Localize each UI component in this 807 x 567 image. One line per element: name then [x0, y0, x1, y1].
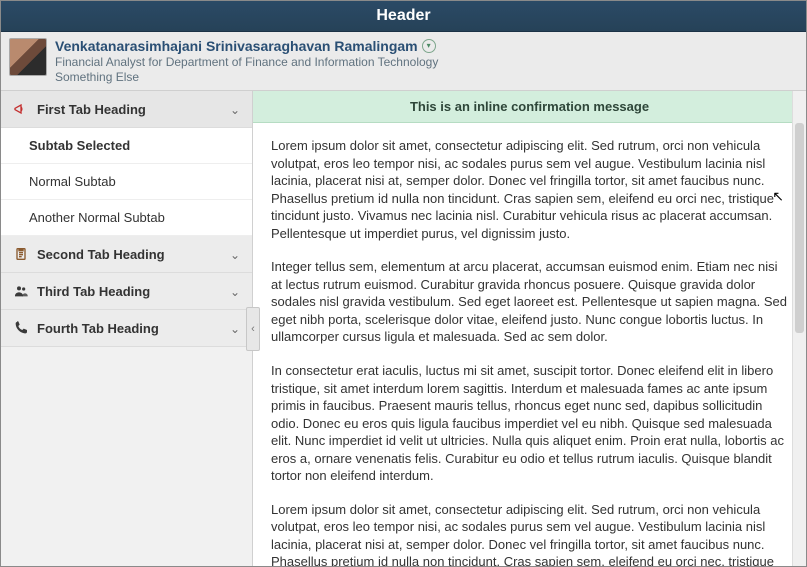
user-name-row[interactable]: Venkatanarasimhajani Srinivasaraghavan R… — [55, 38, 438, 54]
tab-label: Second Tab Heading — [37, 247, 165, 262]
page-title: Header — [376, 7, 430, 24]
subtab-selected[interactable]: Subtab Selected — [1, 128, 252, 164]
chevron-down-icon: ⌄ — [230, 322, 240, 336]
chevron-down-icon: ⌄ — [230, 285, 240, 299]
tab-label: Third Tab Heading — [37, 284, 150, 299]
tab-third[interactable]: Third Tab Heading ⌄ — [1, 273, 252, 310]
tab-first-subtabs: Subtab Selected Normal Subtab Another No… — [1, 128, 252, 236]
tab-first[interactable]: First Tab Heading ⌄ — [1, 91, 252, 128]
tab-label: Fourth Tab Heading — [37, 321, 159, 336]
confirmation-banner: This is an inline confirmation message — [253, 91, 806, 123]
user-role: Financial Analyst for Department of Fina… — [55, 55, 438, 69]
avatar[interactable] — [9, 38, 47, 76]
confirmation-text: This is an inline confirmation message — [410, 99, 649, 114]
paragraph: Lorem ipsum dolor sit amet, consectetur … — [271, 137, 788, 242]
body: First Tab Heading ⌄ Subtab Selected Norm… — [1, 91, 806, 566]
megaphone-icon — [13, 101, 29, 117]
main: This is an inline confirmation message L… — [253, 91, 806, 566]
content-area[interactable]: Lorem ipsum dolor sit amet, consectetur … — [253, 123, 806, 566]
app-window: Header Venkatanarasimhajani Srinivasarag… — [0, 0, 807, 567]
chevron-down-icon: ⌄ — [230, 248, 240, 262]
subtab-another[interactable]: Another Normal Subtab — [1, 200, 252, 236]
phone-icon — [13, 320, 29, 336]
titlebar: Header — [1, 1, 806, 32]
paragraph: Integer tellus sem, elementum at arcu pl… — [271, 258, 788, 346]
user-info: Venkatanarasimhajani Srinivasaraghavan R… — [55, 38, 438, 84]
chevron-down-icon: ⌄ — [230, 103, 240, 117]
tab-second[interactable]: Second Tab Heading ⌄ — [1, 236, 252, 273]
subtab-normal[interactable]: Normal Subtab — [1, 164, 252, 200]
user-menu-caret-icon[interactable]: ▾ — [422, 39, 436, 53]
user-name: Venkatanarasimhajani Srinivasaraghavan R… — [55, 38, 418, 54]
sidebar: First Tab Heading ⌄ Subtab Selected Norm… — [1, 91, 253, 566]
user-bar: Venkatanarasimhajani Srinivasaraghavan R… — [1, 32, 806, 91]
scrollbar-thumb[interactable] — [795, 123, 804, 333]
people-icon — [13, 283, 29, 299]
clipboard-icon — [13, 246, 29, 262]
paragraph: In consectetur erat iaculis, luctus mi s… — [271, 362, 788, 485]
paragraph: Lorem ipsum dolor sit amet, consectetur … — [271, 501, 788, 566]
tab-fourth[interactable]: Fourth Tab Heading ⌄ — [1, 310, 252, 347]
user-extra: Something Else — [55, 70, 438, 84]
scrollbar[interactable] — [792, 91, 806, 566]
tab-label: First Tab Heading — [37, 102, 146, 117]
